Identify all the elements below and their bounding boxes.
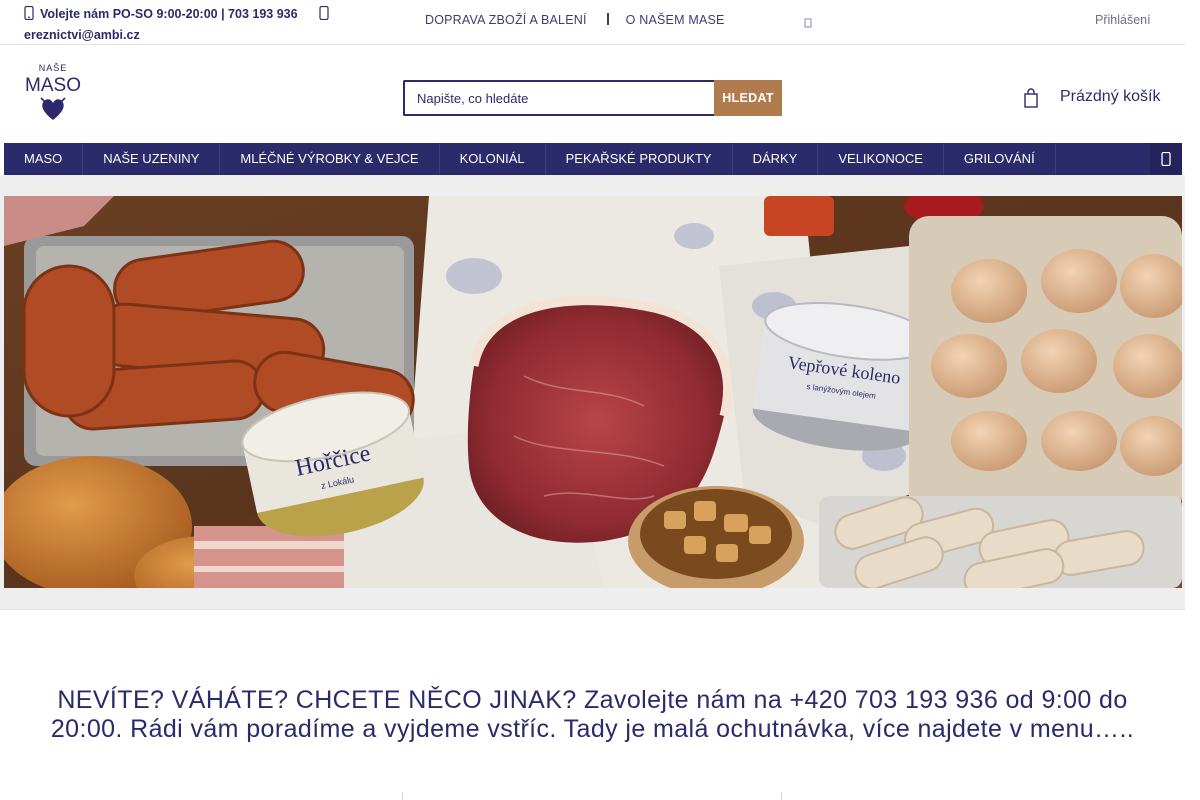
nav-more-button[interactable] [1150,143,1182,175]
mobile-icon [319,6,329,20]
nav-item-maso[interactable]: MASO [4,143,84,175]
phone-text[interactable]: Volejte nám PO-SO 9:00-20:00 | 703 193 9… [40,7,298,21]
bag-icon [1024,88,1038,108]
column-divider [402,792,403,800]
small-icon [804,18,812,28]
logo[interactable]: NAŠE MASO [23,62,83,124]
link-about-meat[interactable]: O NAŠEM MASE [626,13,725,27]
hero-banner[interactable]: Hořčice z Lokálu Vepřové koleno s lanýžo… [4,196,1182,588]
info-links: DOPRAVA ZBOŽÍ A BALENÍ O NAŠEM MASE [425,13,725,27]
search-input[interactable] [403,80,714,116]
contact-info: Volejte nám PO-SO 9:00-20:00 | 703 193 9… [24,4,344,46]
nav-item-darky[interactable]: DÁRKY [733,143,819,175]
cart-label: Prázdný košík [1060,88,1161,105]
cart[interactable]: Prázdný košík [1020,82,1170,112]
nav-item-mlecne-vyrobky[interactable]: MLÉČNÉ VÝROBKY & VEJCE [220,143,440,175]
search-form: HLEDAT [403,80,782,116]
search-button[interactable]: HLEDAT [714,80,782,116]
link-shipping[interactable]: DOPRAVA ZBOŽÍ A BALENÍ [425,13,587,27]
nav-item-kolonial[interactable]: KOLONIÁL [440,143,546,175]
link-separator [606,13,609,25]
nav-item-pekarske-produkty[interactable]: PEKAŘSKÉ PRODUKTY [546,143,733,175]
nav-item-grilovani[interactable]: GRILOVÁNÍ [944,143,1056,175]
logo-line1: NAŠE [39,63,68,73]
login-link[interactable]: Přihlášení [1095,13,1151,27]
logo-line2: MASO [25,75,81,96]
nav-item-velikonoce[interactable]: VELIKONOCE [818,143,944,175]
promo-text: NEVÍTE? VÁHÁTE? CHCETE NĚCO JINAK? Zavol… [50,686,1135,743]
column-divider [781,792,782,800]
top-bar: Volejte nám PO-SO 9:00-20:00 | 703 193 9… [0,0,1185,45]
phone-icon [24,6,34,20]
email-link[interactable]: ereznictvi@ambi.cz [24,28,140,42]
main-nav: MASO NAŠE UZENINY MLÉČNÉ VÝROBKY & VEJCE… [4,143,1182,175]
more-icon [1161,152,1171,166]
nav-item-uzeniny[interactable]: NAŠE UZENINY [83,143,221,175]
